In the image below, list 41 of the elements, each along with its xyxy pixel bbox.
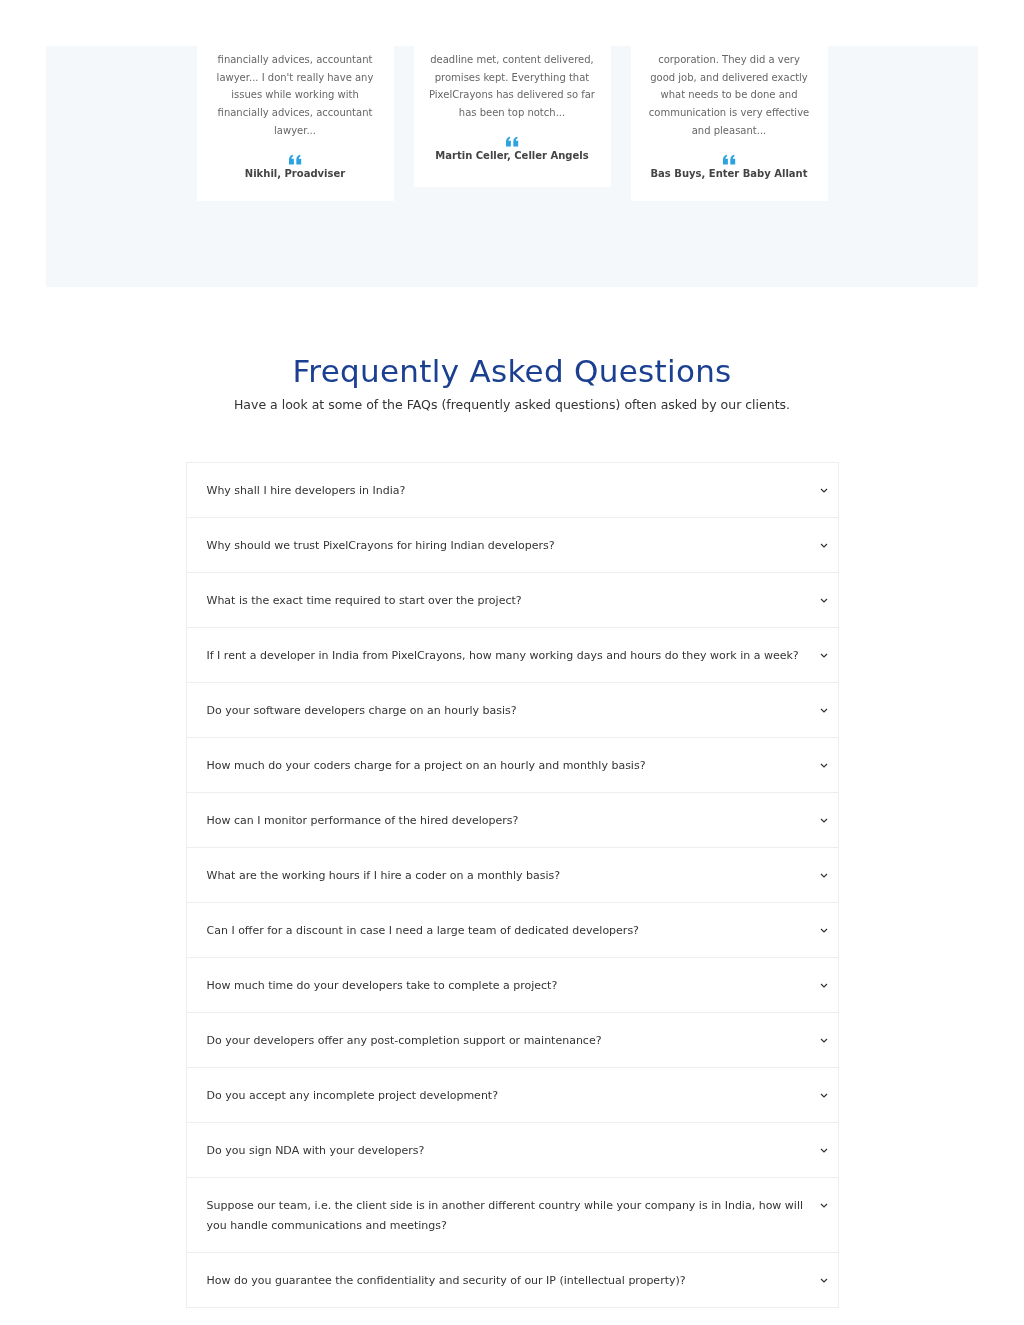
testimonial-author: Martin Celler, Celler Angels: [434, 149, 590, 161]
faq-item[interactable]: What are the working hours if I hire a coder on a monthly basis?: [185, 848, 839, 903]
chevron-icon: [819, 1278, 828, 1283]
quote-icon: [505, 135, 519, 147]
testimonial-author: Bas Buys, Enter Baby Allant: [649, 167, 809, 179]
faq-item[interactable]: Why shall I hire developers in India?: [185, 463, 839, 518]
chevron-icon: [819, 1038, 828, 1043]
quote-icon: [722, 153, 736, 165]
testimonial-author: Nikhil, Proadviser: [243, 167, 347, 179]
chevron-icon: [819, 653, 828, 658]
faq-item[interactable]: How much time do your developers take to complete a project?: [185, 958, 839, 1013]
faq-item[interactable]: What is the exact time required to start over the project?: [185, 573, 839, 628]
chevron-icon: [819, 873, 828, 878]
faq-item[interactable]: How much do your coders charge for a project on an hourly and monthly basis?: [185, 738, 839, 793]
faq-subtitle: Have a look at some of the FAQs (frequently asked questions) often asked by our clients.: [232, 397, 792, 412]
faq-item[interactable]: Suppose our team, i.e. the client side is in another different country while your company is in India, how will you handle communications and meetings?: [185, 1178, 839, 1253]
chevron-icon: [819, 1148, 828, 1153]
testimonial-quote: deadline met, content delivered, promises kept. Everything that PixelCrayons has delivered so far has been top notch...: [428, 53, 596, 121]
chevron-icon: [819, 708, 828, 713]
faq-title: Frequently Asked Questions: [291, 353, 733, 389]
chevron-icon: [819, 983, 828, 988]
chevron-icon: [819, 488, 828, 493]
faq-item[interactable]: Do your developers offer any post-completion support or maintenance?: [185, 1013, 839, 1068]
faq-item[interactable]: Do you accept any incomplete project development?: [185, 1068, 839, 1123]
faq-item[interactable]: Why should we trust PixelCrayons for hiring Indian developers?: [185, 518, 839, 573]
faq-item[interactable]: Do your software developers charge on an hourly basis?: [185, 683, 839, 738]
chevron-icon: [819, 818, 828, 823]
quote-icon: [288, 153, 302, 165]
faq-item[interactable]: Do you sign NDA with your developers?: [185, 1123, 839, 1178]
chevron-icon: [819, 1203, 828, 1208]
testimonial-quote: corporation. They did a very good job, and delivered exactly what needs to be done and communication is very effective and pleasant...: [647, 53, 811, 138]
faq-item[interactable]: How do you guarantee the confidentiality and security of our IP (intellectual property)?: [185, 1253, 839, 1308]
faq-item[interactable]: Can I offer for a discount in case I need a large team of dedicated developers?: [185, 903, 839, 958]
chevron-icon: [819, 928, 828, 933]
faq-item[interactable]: How can I monitor performance of the hired developers?: [185, 793, 839, 848]
chevron-icon: [819, 763, 828, 768]
chevron-icon: [819, 1093, 828, 1098]
faq-item[interactable]: If I rent a developer in India from PixelCrayons, how many working days and hours do they work in a week?: [185, 628, 839, 683]
testimonial-quote: financially advices, accountant lawyer... I don't really have any issues while working with financially advices, accountant lawyer...: [215, 53, 375, 138]
chevron-icon: [819, 543, 828, 548]
chevron-icon: [819, 598, 828, 603]
